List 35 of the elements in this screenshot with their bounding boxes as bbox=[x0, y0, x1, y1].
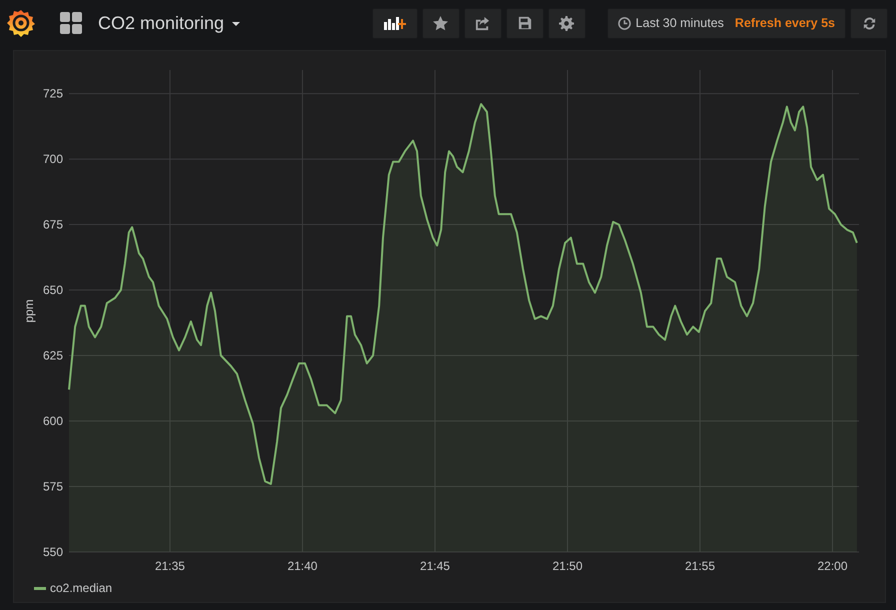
settings-icon bbox=[559, 16, 574, 30]
settings-button[interactable] bbox=[548, 8, 586, 38]
y-axis-tick-label: 675 bbox=[42, 218, 63, 232]
share-icon bbox=[475, 16, 490, 30]
y-axis-tick-label: 625 bbox=[42, 348, 63, 363]
share-button[interactable] bbox=[464, 8, 502, 38]
save-icon bbox=[518, 16, 532, 30]
y-axis-title: ppm bbox=[22, 299, 36, 323]
refresh-button[interactable] bbox=[850, 8, 888, 38]
time-range-label: Last 30 minutes bbox=[636, 16, 724, 30]
bar-chart-plus-icon bbox=[384, 16, 406, 30]
y-axis-tick-label: 575 bbox=[42, 480, 63, 494]
grid-icon[interactable] bbox=[60, 12, 82, 34]
clock-icon bbox=[618, 16, 631, 30]
refresh-interval-label: Refresh every 5s bbox=[734, 16, 835, 30]
y-axis-tick-label: 725 bbox=[42, 86, 63, 101]
refresh-icon bbox=[862, 16, 876, 30]
x-axis-tick-label: 21:35 bbox=[154, 559, 185, 573]
x-axis-tick-label: 21:50 bbox=[552, 559, 582, 573]
y-axis-tick-label: 550 bbox=[42, 545, 63, 559]
x-axis-tick-label: 21:45 bbox=[420, 559, 450, 573]
dashboard-title[interactable]: CO2 monitoring bbox=[98, 12, 240, 34]
legend-series-name[interactable]: co2.median bbox=[50, 581, 112, 595]
y-axis-tick-label: 700 bbox=[42, 152, 63, 166]
y-axis-tick-label: 650 bbox=[42, 283, 63, 298]
add-panel-button[interactable] bbox=[372, 8, 418, 38]
save-button[interactable] bbox=[506, 8, 544, 38]
star-button[interactable] bbox=[422, 8, 460, 38]
star-icon bbox=[433, 16, 448, 30]
x-axis-tick-label: 22:00 bbox=[817, 559, 848, 573]
time-range-button[interactable]: Last 30 minutes Refresh every 5s bbox=[606, 8, 846, 38]
y-axis-tick-label: 600 bbox=[42, 414, 63, 428]
caret-icon bbox=[232, 22, 240, 27]
x-axis-tick-label: 21:40 bbox=[287, 559, 318, 573]
x-axis-tick-label: 21:55 bbox=[684, 559, 715, 573]
